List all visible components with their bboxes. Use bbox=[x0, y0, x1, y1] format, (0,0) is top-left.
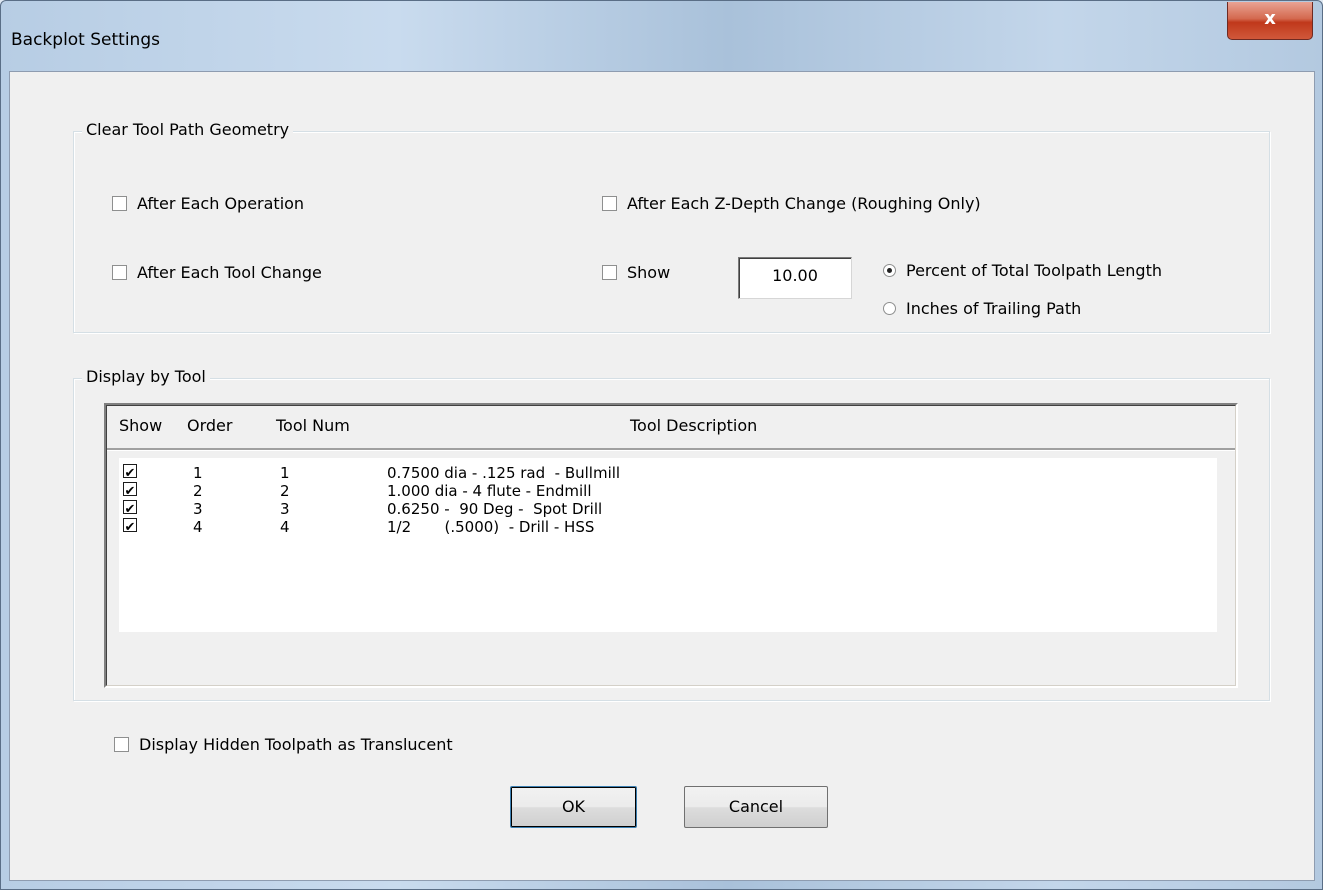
show-tool-checkbox[interactable]: ✔ bbox=[123, 518, 137, 535]
tool-list-header: Show Order Tool Num Tool Description bbox=[107, 406, 1235, 448]
clear-tool-path-group: Clear Tool Path Geometry After Each Oper… bbox=[73, 120, 1270, 333]
column-tool-description[interactable]: Tool Description bbox=[630, 416, 757, 435]
inches-radio[interactable] bbox=[883, 302, 896, 315]
table-row[interactable]: ✔ 1 1 0.7500 dia - .125 rad - Bullmill bbox=[119, 464, 1217, 482]
title-bar[interactable]: Backplot Settings x bbox=[1, 1, 1322, 71]
tool-num-cell: 4 bbox=[280, 518, 290, 536]
after-each-tool-change-option[interactable]: After Each Tool Change bbox=[112, 263, 322, 282]
translucent-option[interactable]: Display Hidden Toolpath as Translucent bbox=[114, 735, 453, 754]
cancel-button[interactable]: Cancel bbox=[684, 786, 828, 828]
inches-option-label: Inches of Trailing Path bbox=[906, 299, 1082, 318]
description-cell: 0.6250 - 90 Deg - Spot Drill bbox=[387, 500, 603, 518]
window-title: Backplot Settings bbox=[11, 30, 160, 50]
show-trailing-checkbox[interactable] bbox=[602, 265, 617, 280]
table-row[interactable]: ✔ 4 4 1/2 (.5000) - Drill - HSS bbox=[119, 518, 1217, 536]
after-each-operation-label: After Each Operation bbox=[137, 194, 305, 213]
after-each-tool-change-checkbox[interactable] bbox=[112, 265, 127, 280]
translucent-label: Display Hidden Toolpath as Translucent bbox=[139, 735, 453, 754]
show-trailing-option[interactable]: Show bbox=[602, 263, 670, 282]
after-each-z-depth-label: After Each Z-Depth Change (Roughing Only… bbox=[627, 194, 981, 213]
order-cell: 2 bbox=[193, 482, 203, 500]
after-each-z-depth-option[interactable]: After Each Z-Depth Change (Roughing Only… bbox=[602, 194, 981, 213]
percent-option[interactable]: Percent of Total Toolpath Length bbox=[883, 261, 1162, 280]
column-order[interactable]: Order bbox=[187, 416, 232, 435]
description-cell: 1/2 (.5000) - Drill - HSS bbox=[387, 518, 595, 536]
table-row[interactable]: ✔ 3 3 0.6250 - 90 Deg - Spot Drill bbox=[119, 500, 1217, 518]
column-show[interactable]: Show bbox=[119, 416, 162, 435]
clear-tool-path-legend: Clear Tool Path Geometry bbox=[82, 120, 294, 139]
percent-option-label: Percent of Total Toolpath Length bbox=[906, 261, 1162, 280]
dialog-body: Clear Tool Path Geometry After Each Oper… bbox=[9, 71, 1315, 881]
close-button[interactable]: x bbox=[1227, 2, 1313, 40]
ok-button[interactable]: OK bbox=[510, 786, 637, 828]
show-trailing-label: Show bbox=[627, 263, 671, 282]
description-cell: 1.000 dia - 4 flute - Endmill bbox=[387, 482, 592, 500]
show-amount-input[interactable]: 10.00 bbox=[738, 257, 852, 299]
after-each-z-depth-checkbox[interactable] bbox=[602, 196, 617, 211]
close-icon: x bbox=[1264, 8, 1276, 29]
tool-list[interactable]: Show Order Tool Num Tool Description ✔ 1… bbox=[104, 403, 1238, 688]
after-each-operation-option[interactable]: After Each Operation bbox=[112, 194, 304, 213]
column-tool-num[interactable]: Tool Num bbox=[276, 416, 350, 435]
order-cell: 1 bbox=[193, 464, 203, 482]
display-by-tool-legend: Display by Tool bbox=[82, 367, 210, 386]
percent-radio[interactable] bbox=[883, 264, 896, 277]
tool-num-cell: 1 bbox=[280, 464, 290, 482]
show-tool-checkbox[interactable]: ✔ bbox=[123, 464, 137, 481]
header-separator bbox=[107, 448, 1235, 451]
table-row[interactable]: ✔ 2 2 1.000 dia - 4 flute - Endmill bbox=[119, 482, 1217, 500]
tool-num-cell: 3 bbox=[280, 500, 290, 518]
order-cell: 4 bbox=[193, 518, 203, 536]
after-each-tool-change-label: After Each Tool Change bbox=[137, 263, 322, 282]
after-each-operation-checkbox[interactable] bbox=[112, 196, 127, 211]
description-cell: 0.7500 dia - .125 rad - Bullmill bbox=[387, 464, 621, 482]
translucent-checkbox[interactable] bbox=[114, 737, 129, 752]
tool-num-cell: 2 bbox=[280, 482, 290, 500]
backplot-settings-window: Backplot Settings x Clear Tool Path Geom… bbox=[0, 0, 1323, 890]
show-tool-checkbox[interactable]: ✔ bbox=[123, 500, 137, 517]
show-tool-checkbox[interactable]: ✔ bbox=[123, 482, 137, 499]
tool-list-body: ✔ 1 1 0.7500 dia - .125 rad - Bullmill ✔… bbox=[119, 458, 1217, 632]
display-by-tool-group: Display by Tool Show Order Tool Num Tool… bbox=[73, 367, 1270, 701]
order-cell: 3 bbox=[193, 500, 203, 518]
inches-option[interactable]: Inches of Trailing Path bbox=[883, 299, 1081, 318]
tool-list-frame: Show Order Tool Num Tool Description ✔ 1… bbox=[106, 405, 1236, 686]
